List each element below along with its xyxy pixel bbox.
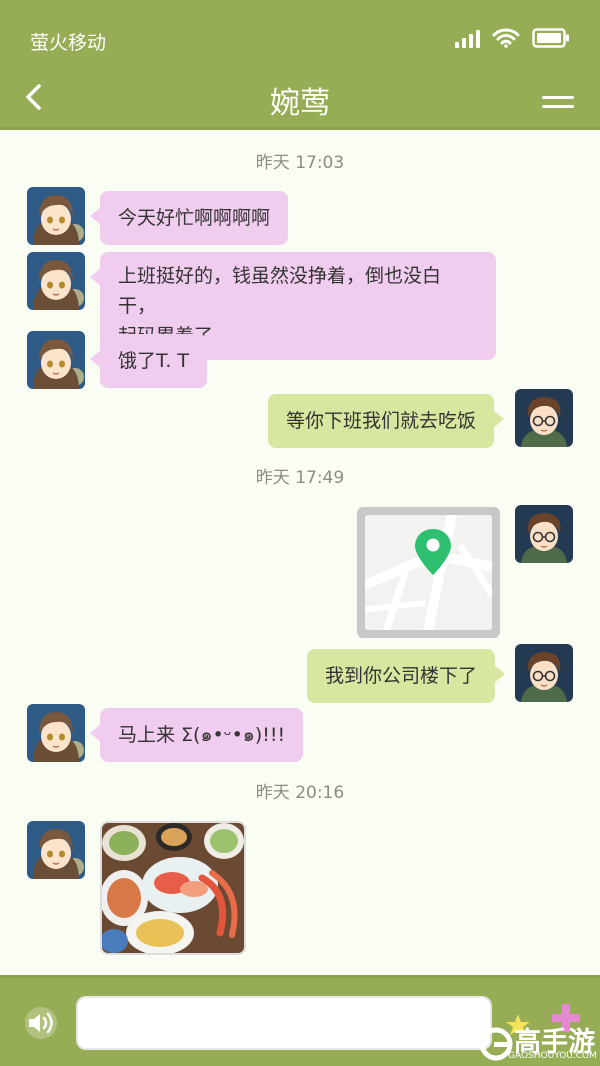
speaker-icon [25, 1007, 57, 1039]
message-input[interactable] [76, 996, 492, 1050]
avatar-contact[interactable] [27, 252, 85, 310]
header-bar: 萤火移动 婉莺 [0, 0, 600, 130]
wifi-icon [492, 28, 520, 48]
message-bubble-left[interactable]: 饿了T. T [89, 334, 208, 388]
carrier-name: 萤火移动 [30, 32, 107, 54]
avatar-self[interactable] [515, 389, 573, 447]
time-label: 昨天 17:03 [255, 153, 345, 173]
location-map-message[interactable] [357, 507, 500, 638]
watermark-subtext: GAOSHOUYOU.COM [508, 1051, 597, 1061]
avatar-contact[interactable] [27, 821, 85, 879]
chat-area[interactable]: 昨天 17:03 今天好忙啊啊啊啊 上班挺好的，钱虽然没挣着，倒也没白干， 饿了… [0, 133, 600, 975]
avatar-contact[interactable] [27, 704, 85, 762]
menu-button[interactable] [542, 96, 574, 112]
signal-icon [455, 28, 480, 48]
menu-line [542, 105, 574, 108]
status-icons [455, 28, 570, 48]
menu-line [542, 96, 574, 99]
message-bubble-right[interactable]: 等你下班我们就去吃饭 [268, 394, 505, 448]
map-preview [365, 515, 492, 630]
food-photo-message[interactable] [100, 821, 246, 955]
message-bubble-right[interactable]: 我到你公司楼下了 [307, 649, 506, 703]
voice-button[interactable] [22, 1006, 60, 1040]
page-title: 婉莺 [270, 86, 330, 121]
avatar-self[interactable] [515, 644, 573, 702]
time-label: 昨天 17:49 [255, 468, 345, 488]
avatar-contact[interactable] [27, 187, 85, 245]
time-label: 昨天 20:16 [255, 783, 345, 803]
message-bubble-left[interactable]: 马上来 Σ(๑•ᵕ•๑)!!! [89, 708, 304, 762]
battery-icon [532, 28, 570, 48]
avatar-self[interactable] [515, 505, 573, 563]
message-line: 上班挺好的，钱虽然没挣着，倒也没白干， [118, 265, 442, 317]
avatar-contact[interactable] [27, 331, 85, 389]
message-bubble-left[interactable]: 今天好忙啊啊啊啊 [89, 191, 289, 245]
